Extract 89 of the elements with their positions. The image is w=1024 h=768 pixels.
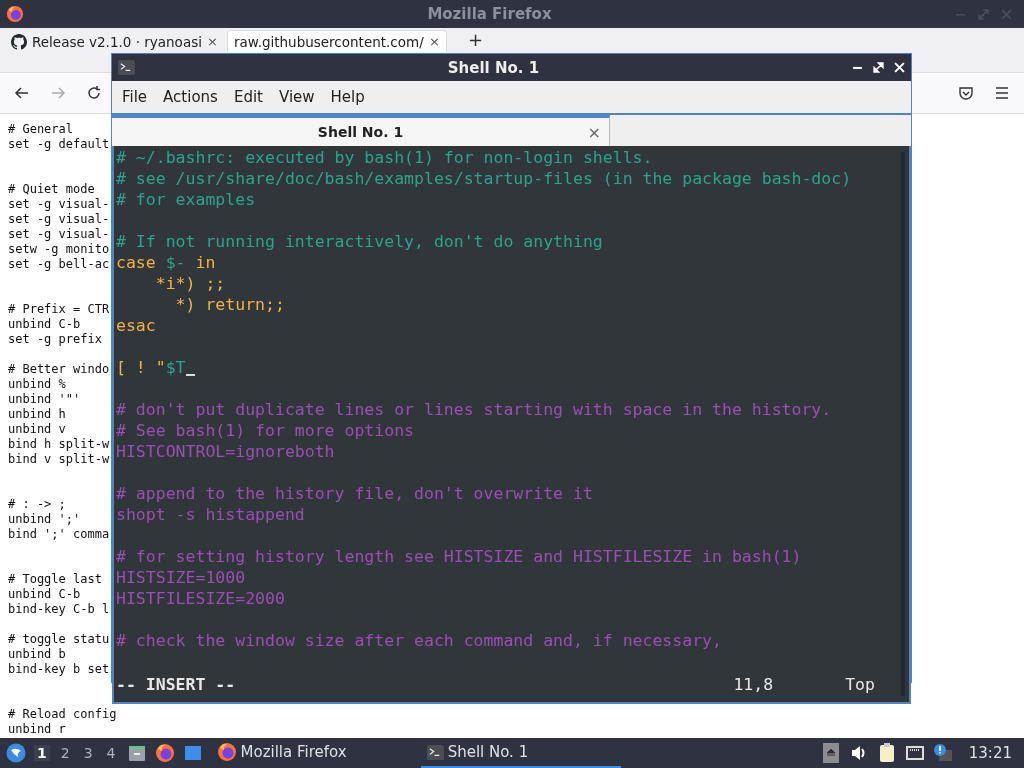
code-line: bind h split-w: [8, 437, 110, 452]
workspace-button[interactable]: 3: [80, 745, 96, 761]
code-line: # See bash(1) for more options: [116, 420, 415, 441]
code-line: unbind v: [8, 422, 66, 437]
taskbar-task[interactable]: Mozilla Firefox: [210, 738, 353, 768]
new-tab-button[interactable]: +: [468, 30, 484, 50]
code-line: set -g visual-: [8, 227, 110, 242]
code-line: # toggle statu: [8, 632, 110, 647]
browser-tab[interactable]: Release v2.1.0 · ryanoasi ×: [4, 30, 224, 52]
tab-close-button[interactable]: ×: [206, 34, 218, 49]
code-line: unbind ';': [8, 512, 81, 527]
editor-mode: -- INSERT --: [116, 674, 236, 694]
clock[interactable]: 13:21: [968, 744, 1012, 762]
reload-icon[interactable]: [86, 85, 102, 101]
code-line: shopt -s histappend: [116, 504, 306, 525]
code-line: # check the window size after each command and, if necessary,: [116, 630, 723, 651]
terminal-tab[interactable]: Shell No. 1 ×: [112, 115, 610, 146]
desktop-icon[interactable]: [182, 743, 203, 763]
code-line: case $- in: [116, 252, 217, 273]
scroll-position: Top: [845, 674, 875, 694]
code-line: # Prefix = CTR: [8, 302, 110, 317]
code-line: unbind %: [8, 377, 66, 392]
code-line: # Better windo: [8, 362, 110, 377]
code-line: unbind b: [8, 647, 66, 662]
pocket-icon[interactable]: [958, 85, 974, 101]
code-line: # If not running interactively, don't do anything: [116, 231, 604, 252]
menu-item[interactable]: Help: [322, 84, 373, 110]
workspace-button[interactable]: 1: [34, 745, 50, 761]
eject-icon[interactable]: [820, 743, 841, 763]
code-line: HISTSIZE=1000: [116, 567, 247, 588]
code-line: # for setting history length see HISTSIZE and HISTFILESIZE in bash(1): [116, 546, 803, 567]
code-line: # Reload config: [8, 707, 117, 722]
code-line: # append to the history file, don't overwrite it: [116, 483, 594, 504]
taskbar-task[interactable]: Shell No. 1: [420, 738, 621, 768]
workspace-button[interactable]: 2: [57, 745, 73, 761]
code-line: # see /usr/share/doc/bash/examples/startup-files (in the package bash-doc): [116, 168, 853, 189]
code-line: bind-key b set: [8, 662, 110, 677]
code-line: *i*) ;;: [154, 273, 227, 294]
code-line: bind-key C-b l: [8, 602, 110, 617]
github-icon: [11, 33, 27, 50]
text-cursor: [185, 374, 195, 376]
menu-item[interactable]: View: [270, 84, 323, 110]
cursor-position: 11,8: [733, 674, 774, 694]
code-line: unbind '"': [8, 392, 81, 407]
code-line: esac: [116, 315, 157, 336]
code-line: unbind C-b: [8, 587, 81, 602]
code-line: set -g prefix: [8, 332, 102, 347]
code-line: # don't put duplicate lines or lines starting with space in the history.: [116, 399, 833, 420]
code-line: set -g bell-ac: [8, 257, 110, 272]
code-line: bind v split-w: [8, 452, 110, 467]
code-line: setw -g monito: [8, 242, 110, 257]
back-icon[interactable]: [14, 85, 30, 101]
file-manager-icon[interactable]: [126, 743, 147, 763]
firefox-icon: [216, 742, 237, 762]
code-line: [ ! "$T: [116, 357, 909, 378]
code-line: # ~/.bashrc: executed by bash(1) for non-login shells.: [116, 147, 654, 168]
window-title: Mozilla Firefox: [426, 5, 553, 23]
terminal-icon: [426, 744, 444, 760]
workspace-button[interactable]: 4: [103, 745, 119, 761]
code-line: *) return;;: [174, 294, 286, 315]
tab-close-button[interactable]: ×: [587, 122, 601, 142]
code-line: set -g visual-: [8, 212, 110, 227]
network-icon[interactable]: [904, 743, 925, 763]
code-line: HISTFILESIZE=2000: [116, 588, 286, 609]
tab-close-button[interactable]: ×: [429, 34, 440, 49]
menu-icon[interactable]: [994, 85, 1010, 101]
window-title: Shell No. 1: [446, 58, 541, 77]
code-line: set -g visual-: [8, 197, 110, 212]
code-line: set -g default: [8, 137, 110, 152]
menu-item[interactable]: File: [114, 84, 156, 110]
terminal-icon: [118, 60, 135, 75]
browser-tab[interactable]: raw.githubusercontent.com/ ×: [227, 30, 447, 52]
notification-icon[interactable]: [932, 743, 953, 763]
code-line: # General: [8, 122, 74, 137]
code-line: unbind C-b: [8, 317, 81, 332]
code-line: # Quiet mode: [8, 182, 95, 197]
app-menu-icon[interactable]: [6, 743, 26, 763]
menu-item[interactable]: Edit: [225, 84, 271, 110]
code-line: unbind r: [8, 722, 66, 737]
code-line: bind ';' comma: [8, 527, 110, 542]
code-line: # for examples: [116, 189, 257, 210]
code-line: HISTCONTROL=ignoreboth: [116, 441, 336, 462]
menu-item[interactable]: Actions: [155, 84, 226, 110]
code-line: # : -> ;: [8, 497, 66, 512]
firefox-icon[interactable]: [154, 743, 175, 763]
firefox-icon: [6, 5, 24, 23]
code-line: # Toggle last: [8, 572, 102, 587]
terminal-area[interactable]: [112, 146, 911, 704]
code-line: unbind h: [8, 407, 66, 422]
